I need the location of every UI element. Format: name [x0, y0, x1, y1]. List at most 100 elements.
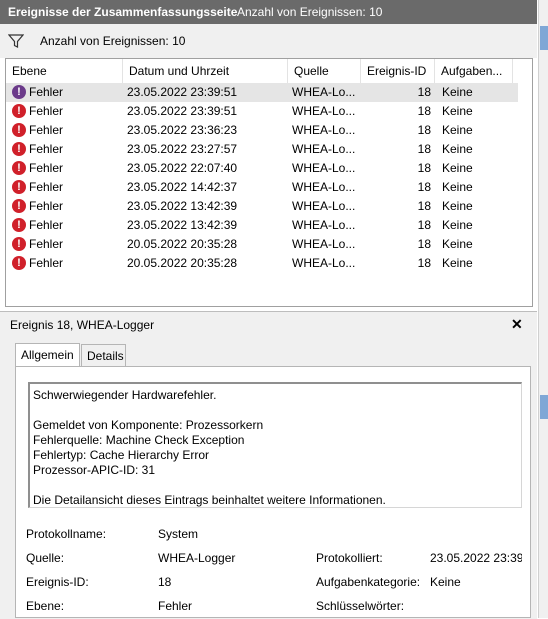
error-icon: !: [12, 180, 26, 194]
table-row[interactable]: ! Fehler 23.05.2022 23:39:51 WHEA-Lo... 18 Ke…: [6, 83, 518, 102]
cell-datetime: 23.05.2022 23:39:51: [127, 85, 238, 99]
cell-id: 18: [417, 123, 431, 137]
tab-details[interactable]: Details: [81, 344, 126, 366]
cell-level: Fehler: [29, 180, 64, 194]
cell-task: Keine: [442, 161, 473, 175]
table-row[interactable]: ! Fehler 23.05.2022 23:36:23 WHEA-Lo... 18 Ke…: [6, 121, 518, 140]
table-row[interactable]: ! Fehler 23.05.2022 13:42:39 WHEA-Lo... 18 Ke…: [6, 216, 518, 235]
tab-label: Allgemein: [21, 348, 74, 362]
column-header-label: Quelle: [294, 64, 329, 78]
source-value: WHEA-Logger: [158, 551, 236, 565]
adjacent-pane-edge: [538, 0, 548, 618]
error-icon: !: [12, 104, 26, 118]
cell-level: Fehler: [29, 237, 64, 251]
error-icon: !: [12, 256, 26, 270]
cell-datetime: 20.05.2022 20:35:28: [127, 256, 238, 270]
column-header-event-id[interactable]: Ereignis-ID: [361, 59, 435, 83]
cell-id: 18: [417, 180, 431, 194]
cell-id: 18: [417, 85, 431, 99]
cell-source: WHEA-Lo...: [292, 161, 356, 175]
adjacent-pane-highlight: [540, 395, 548, 419]
adjacent-pane-highlight: [540, 26, 548, 50]
column-header-datetime[interactable]: Datum und Uhrzeit: [123, 59, 288, 83]
task-category-label: Aufgabenkategorie:: [316, 575, 421, 589]
error-icon: !: [12, 123, 26, 137]
column-header-level[interactable]: Ebene: [6, 59, 123, 83]
cell-level: Fehler: [29, 142, 64, 156]
cell-source: WHEA-Lo...: [292, 85, 356, 99]
cell-level: Fehler: [29, 256, 64, 270]
cell-level: Fehler: [29, 123, 64, 137]
cell-task: Keine: [442, 142, 473, 156]
event-description-box[interactable]: Schwerwiegender Hardwarefehler. Gemeldet…: [28, 382, 522, 508]
table-row[interactable]: ! Fehler 20.05.2022 20:35:28 WHEA-Lo... 18 Ke…: [6, 254, 518, 273]
task-category-value: Keine: [430, 575, 461, 589]
cell-task: Keine: [442, 237, 473, 251]
table-row[interactable]: ! Fehler 20.05.2022 20:35:28 WHEA-Lo... 18 Ke…: [6, 235, 518, 254]
cell-id: 18: [417, 237, 431, 251]
cell-task: Keine: [442, 85, 473, 99]
description-line: Gemeldet von Komponente: Prozessorkern: [33, 418, 264, 432]
cell-id: 18: [417, 218, 431, 232]
error-icon: !: [12, 85, 26, 99]
filter-icon[interactable]: [8, 33, 24, 49]
keywords-label: Schlüsselwörter:: [316, 599, 405, 613]
cell-datetime: 23.05.2022 23:27:57: [127, 142, 238, 156]
cell-id: 18: [417, 256, 431, 270]
log-name-label: Protokollname:: [26, 527, 107, 541]
cell-datetime: 23.05.2022 22:07:40: [127, 161, 238, 175]
cell-datetime: 23.05.2022 13:42:39: [127, 199, 238, 213]
close-icon[interactable]: ✕: [511, 316, 523, 333]
tab-general[interactable]: Allgemein: [15, 343, 80, 367]
level-label: Ebene:: [26, 599, 65, 613]
filter-bar: Anzahl von Ereignissen: 10: [0, 24, 537, 58]
tab-label: Details: [87, 349, 124, 363]
cell-source: WHEA-Lo...: [292, 180, 356, 194]
error-icon: !: [12, 142, 26, 156]
table-row[interactable]: ! Fehler 23.05.2022 23:27:57 WHEA-Lo... 18 Ke…: [6, 140, 518, 159]
cell-level: Fehler: [29, 199, 64, 213]
event-id-label: Ereignis-ID:: [26, 575, 89, 589]
cell-task: Keine: [442, 218, 473, 232]
cell-source: WHEA-Lo...: [292, 142, 356, 156]
column-header-label: Aufgaben...: [441, 64, 503, 78]
source-label: Quelle:: [26, 551, 65, 565]
table-row[interactable]: ! Fehler 23.05.2022 23:39:51 WHEA-Lo... 18 Ke…: [6, 102, 518, 121]
error-icon: !: [12, 218, 26, 232]
cell-source: WHEA-Lo...: [292, 104, 356, 118]
cell-datetime: 23.05.2022 13:42:39: [127, 218, 238, 232]
table-row[interactable]: ! Fehler 23.05.2022 13:42:39 WHEA-Lo... 18 Ke…: [6, 197, 518, 216]
table-row[interactable]: ! Fehler 23.05.2022 22:07:40 WHEA-Lo... 18 Ke…: [6, 159, 518, 178]
summary-events-header: Ereignisse der Zusammenfassungsseite Anz…: [0, 0, 537, 24]
cell-datetime: 20.05.2022 20:35:28: [127, 237, 238, 251]
cell-id: 18: [417, 199, 431, 213]
column-header-task[interactable]: Aufgaben...: [435, 59, 513, 83]
cell-source: WHEA-Lo...: [292, 123, 356, 137]
events-table: Ebene Datum und Uhrzeit Quelle Ereignis-…: [5, 58, 533, 307]
cell-datetime: 23.05.2022 23:39:51: [127, 104, 238, 118]
description-line: Fehlerquelle: Machine Check Exception: [33, 433, 245, 447]
cell-level: Fehler: [29, 85, 64, 99]
error-icon: !: [12, 237, 26, 251]
description-line: Die Detailansicht dieses Eintrags beinha…: [33, 493, 386, 507]
description-line: Fehlertyp: Cache Hierarchy Error: [33, 448, 210, 462]
error-icon: !: [12, 199, 26, 213]
cell-level: Fehler: [29, 218, 64, 232]
cell-task: Keine: [442, 123, 473, 137]
cell-datetime: 23.05.2022 23:36:23: [127, 123, 238, 137]
cell-task: Keine: [442, 104, 473, 118]
cell-level: Fehler: [29, 104, 64, 118]
event-detail-title: Ereignis 18, WHEA-Logger: [10, 318, 155, 332]
error-icon: !: [12, 161, 26, 175]
description-line: Prozessor-APIC-ID: 31: [33, 463, 156, 477]
log-name-value: System: [158, 527, 199, 541]
column-header-source[interactable]: Quelle: [288, 59, 361, 83]
cell-task: Keine: [442, 199, 473, 213]
cell-datetime: 23.05.2022 14:42:37: [127, 180, 238, 194]
cell-source: WHEA-Lo...: [292, 237, 356, 251]
level-value: Fehler: [158, 599, 193, 613]
cell-task: Keine: [442, 256, 473, 270]
table-row[interactable]: ! Fehler 23.05.2022 14:42:37 WHEA-Lo... 18 Ke…: [6, 178, 518, 197]
cell-source: WHEA-Lo...: [292, 256, 356, 270]
header-event-count: Anzahl von Ereignissen: 10: [237, 5, 383, 19]
